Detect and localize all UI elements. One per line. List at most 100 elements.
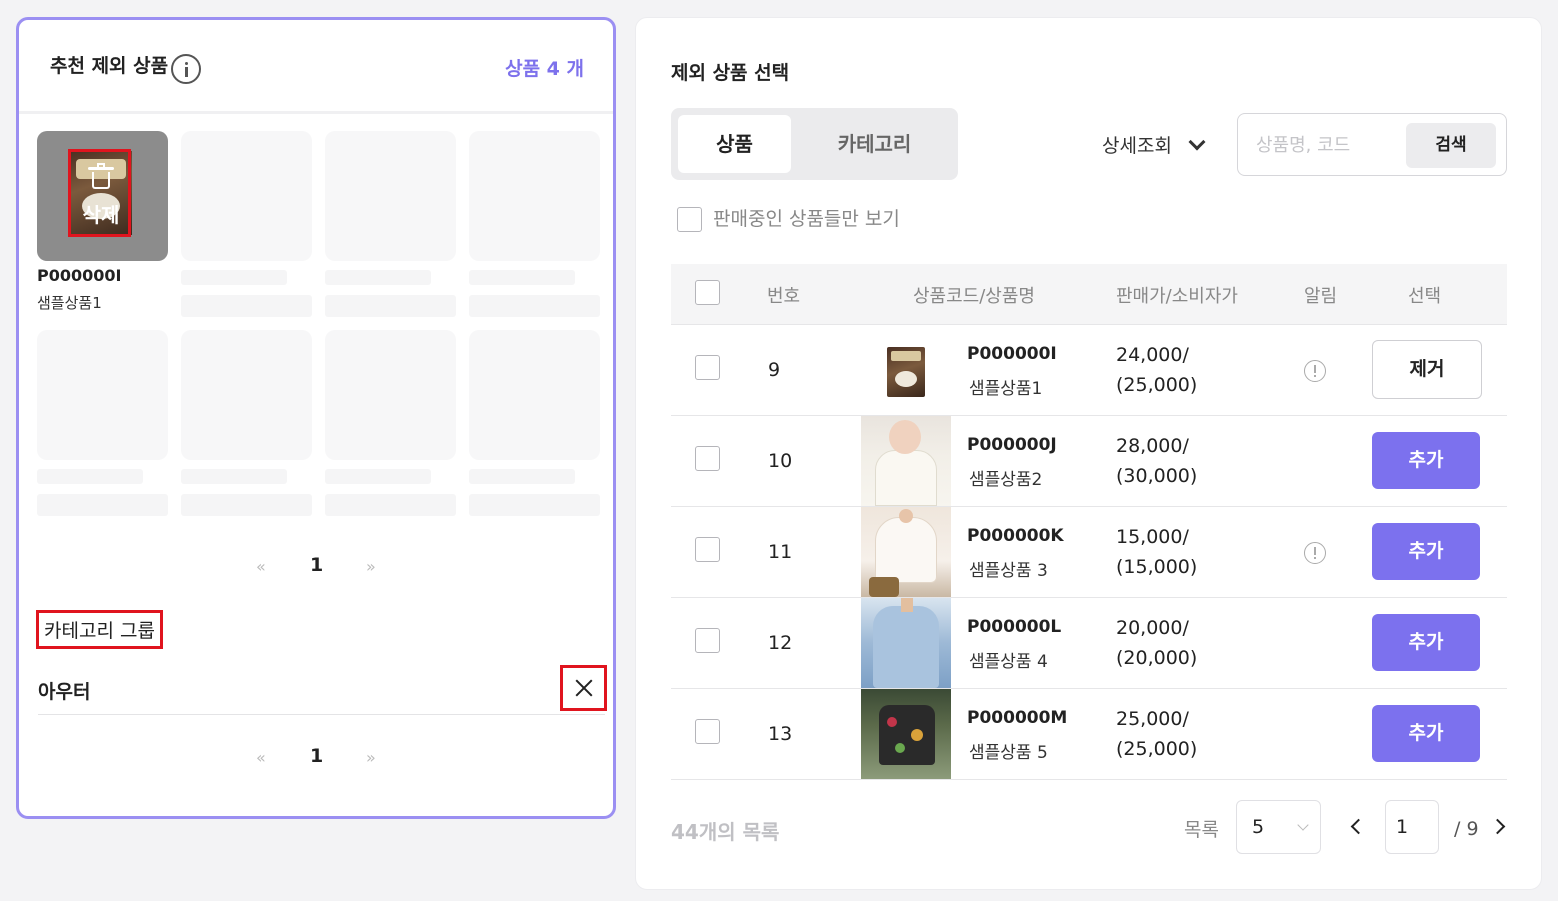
product-card-thumb[interactable]: 삭제: [37, 131, 168, 261]
page-number-input[interactable]: 1: [1385, 800, 1439, 854]
pager-prev-button[interactable]: «: [256, 557, 266, 576]
placeholder-line: [181, 494, 312, 516]
product-thumbnail: [861, 416, 951, 506]
product-name: 샘플상품 4: [969, 652, 1048, 672]
add-button[interactable]: 추가: [1372, 705, 1480, 762]
consumer-price: (25,000): [1116, 374, 1198, 396]
product-code: P000000K: [967, 526, 1064, 546]
only-on-sale-label: 판매중인 상품들만 보기: [713, 208, 900, 230]
select-all-checkbox[interactable]: [695, 280, 720, 305]
remove-button[interactable]: 제거: [1372, 340, 1482, 399]
empty-card-placeholder: [469, 330, 600, 460]
panel-title: 추천 제외 상품: [50, 55, 169, 77]
pager-current-page[interactable]: 1: [310, 745, 323, 767]
tab-products[interactable]: 상품: [678, 115, 791, 173]
sale-price: 24,000/: [1116, 344, 1189, 366]
table-row: 10 P000000J 샘플상품2 28,000/ (30,000) 추가: [671, 416, 1507, 507]
table-header: 번호 상품코드/상품명 판매가/소비자가 알림 선택: [671, 264, 1507, 325]
add-button[interactable]: 추가: [1372, 432, 1480, 489]
row-number: 12: [768, 632, 793, 654]
per-page-value: 5: [1252, 816, 1265, 838]
row-checkbox[interactable]: [695, 537, 720, 562]
product-code: P000000M: [967, 708, 1068, 728]
chevron-down-icon: [1297, 819, 1309, 831]
product-code: P000000L: [967, 617, 1062, 637]
close-icon: [575, 679, 593, 697]
product-name: 샘플상품 5: [969, 743, 1048, 763]
total-count-label: 44개의 목록: [671, 820, 780, 844]
panel-header: 추천 제외 상품 상품 4 개: [19, 20, 613, 114]
sale-price: 15,000/: [1116, 526, 1189, 548]
row-checkbox[interactable]: [695, 355, 720, 380]
empty-card-placeholder: [37, 330, 168, 460]
pager-prev-button[interactable]: «: [256, 748, 266, 767]
info-icon[interactable]: [171, 54, 201, 84]
table-row: 9 P000000I 샘플상품1 24,000/ (25,000) 제거: [671, 325, 1507, 416]
chevron-down-icon[interactable]: [1188, 133, 1206, 151]
tab-category[interactable]: 카테고리: [801, 115, 948, 173]
placeholder-line: [469, 469, 575, 484]
search-input[interactable]: [1256, 132, 1396, 158]
pager-next-button[interactable]: »: [366, 557, 376, 576]
placeholder-line: [469, 270, 575, 285]
chevron-right-icon[interactable]: [1489, 818, 1506, 835]
product-code: P000000I: [967, 344, 1057, 364]
divider: [38, 714, 605, 715]
add-button[interactable]: 추가: [1372, 614, 1480, 671]
excluded-products-panel: 추천 제외 상품 상품 4 개 삭제 P000000I 샘플상품1 « 1 » …: [16, 17, 616, 819]
placeholder-line: [325, 469, 431, 484]
column-header-price: 판매가/소비자가: [1116, 286, 1238, 307]
category-group-label: 카테고리 그룹: [36, 610, 163, 649]
table-row: 11 P000000K 샘플상품 3 15,000/ (15,000) 추가: [671, 507, 1507, 598]
sale-price: 28,000/: [1116, 435, 1189, 457]
tab-switch: 상품 카테고리: [671, 108, 958, 180]
empty-card-placeholder: [325, 131, 456, 261]
placeholder-line: [325, 494, 456, 516]
alert-icon[interactable]: [1304, 542, 1326, 564]
row-checkbox[interactable]: [695, 719, 720, 744]
add-button[interactable]: 추가: [1372, 523, 1480, 580]
product-name: 샘플상품1: [969, 379, 1043, 399]
column-header-product: 상품코드/상품명: [913, 286, 1035, 307]
search-button[interactable]: 검색: [1406, 123, 1496, 168]
consumer-price: (30,000): [1116, 465, 1198, 487]
empty-card-placeholder: [181, 131, 312, 261]
row-checkbox[interactable]: [695, 628, 720, 653]
remove-category-button[interactable]: [560, 665, 607, 711]
placeholder-line: [181, 469, 287, 484]
only-on-sale-checkbox[interactable]: [677, 207, 702, 232]
consumer-price: (20,000): [1116, 647, 1198, 669]
placeholder-line: [37, 494, 168, 516]
table-row: 12 P000000L 샘플상품 4 20,000/ (20,000) 추가: [671, 598, 1507, 689]
chevron-left-icon[interactable]: [1350, 818, 1367, 835]
select-excluded-products-panel: 제외 상품 선택 상품 카테고리 상세조회 검색 판매중인 상품들만 보기 번호…: [635, 17, 1542, 890]
consumer-price: (15,000): [1116, 556, 1198, 578]
per-page-select[interactable]: 5: [1236, 800, 1321, 854]
table-row: 13 P000000M 샘플상품 5 25,000/ (25,000) 추가: [671, 689, 1507, 780]
pager-next-button[interactable]: »: [366, 748, 376, 767]
column-header-select: 선택: [1408, 286, 1442, 307]
placeholder-line: [181, 270, 287, 285]
sale-price: 25,000/: [1116, 708, 1189, 730]
placeholder-line: [469, 494, 600, 516]
column-header-alert: 알림: [1304, 286, 1338, 307]
product-thumbnail: [861, 689, 951, 779]
highlight-box: [68, 149, 131, 237]
detail-search-toggle[interactable]: 상세조회: [1102, 131, 1172, 158]
product-name: 샘플상품 3: [969, 561, 1048, 581]
product-name: 샘플상품2: [969, 470, 1043, 490]
product-card-code: P000000I: [37, 266, 122, 285]
empty-card-placeholder: [469, 131, 600, 261]
alert-icon[interactable]: [1304, 360, 1326, 382]
row-checkbox[interactable]: [695, 446, 720, 471]
product-thumbnail: [861, 507, 951, 597]
product-code: P000000J: [967, 435, 1057, 455]
product-card-name: 샘플상품1: [37, 294, 102, 312]
current-page-value: 1: [1396, 816, 1409, 838]
row-number: 11: [768, 541, 793, 563]
column-header-number: 번호: [767, 286, 801, 307]
placeholder-line: [37, 469, 143, 484]
category-item-name: 아우터: [38, 681, 91, 703]
placeholder-line: [181, 295, 312, 317]
pager-current-page[interactable]: 1: [310, 554, 323, 576]
